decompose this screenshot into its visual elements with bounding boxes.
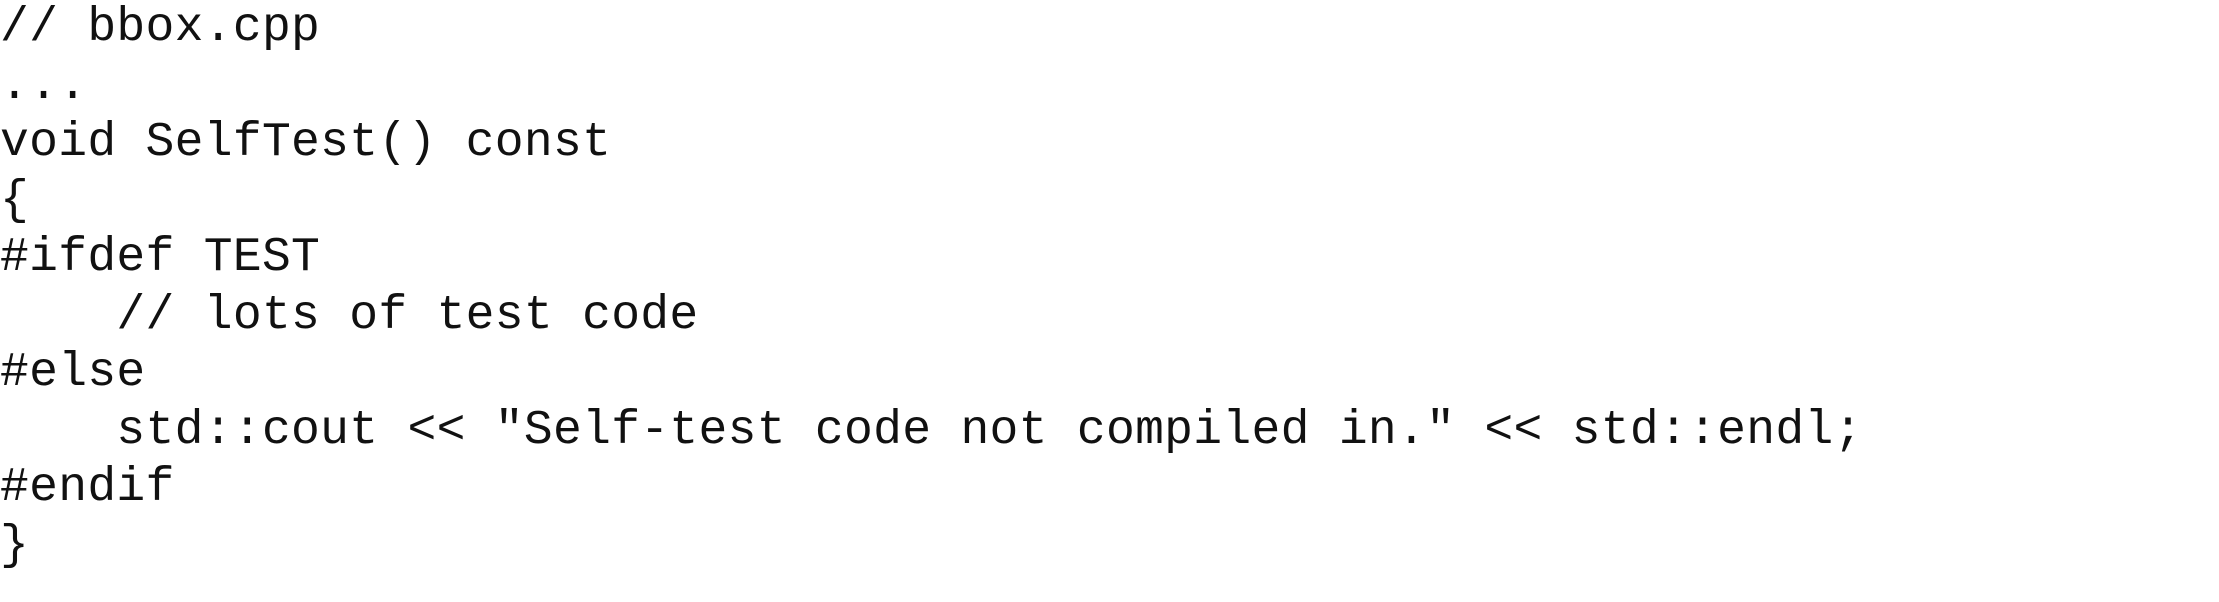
code-line-close-brace: } [0, 518, 30, 573]
code-line-endif: #endif [0, 461, 175, 515]
code-line-ellipsis: ... [0, 58, 88, 113]
code-line-else: #else [0, 346, 146, 400]
code-line-ifdef: #ifdef TEST [0, 231, 321, 285]
code-line-test-comment: // lots of test code [0, 288, 699, 343]
code-line-file-comment: // bbox.cpp [0, 1, 321, 55]
code-line-cout-statement: std::cout << "Self-test code not compile… [0, 403, 1863, 458]
code-listing: // bbox.cpp... void SelfTest() const{#ifd… [0, 0, 2219, 602]
code-line-function-signature: void SelfTest() const [0, 116, 612, 170]
code-line-open-brace: { [0, 173, 30, 228]
